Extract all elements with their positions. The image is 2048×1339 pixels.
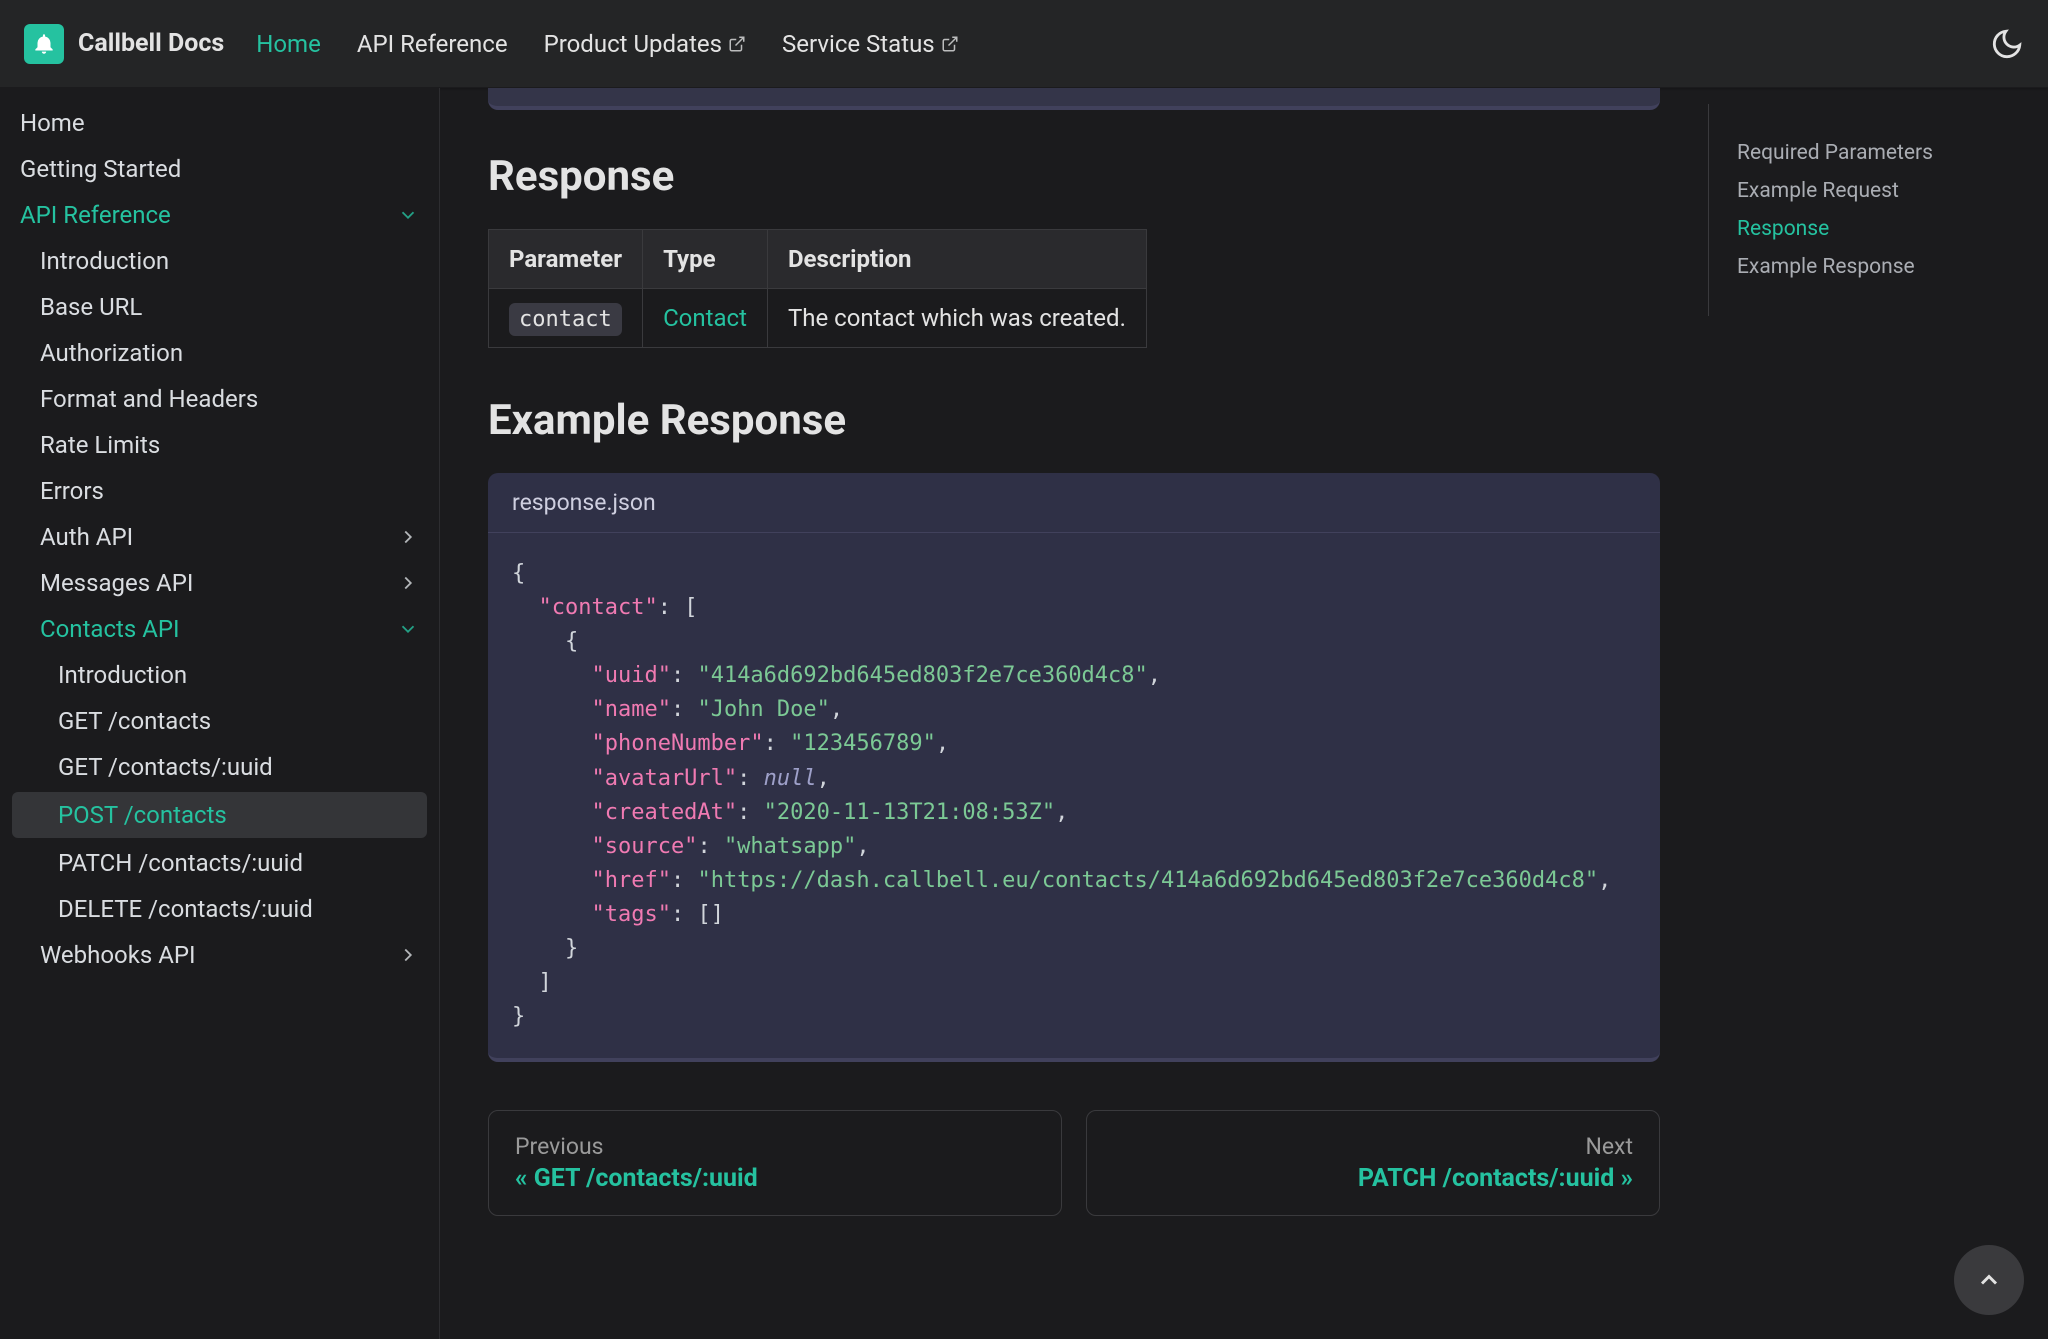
param-name: contact [509, 303, 622, 336]
code-content: { "contact": [ { "uuid": "414a6d692bd645… [488, 533, 1660, 1058]
table-of-contents: Required Parameters Example Request Resp… [1708, 104, 2048, 316]
type-link[interactable]: Contact [663, 304, 747, 332]
chevron-down-icon [397, 618, 419, 640]
pagination: Previous « GET /contacts/:uuid Next PATC… [488, 1110, 1660, 1216]
scroll-to-top-button[interactable] [1954, 1245, 2024, 1315]
sidebar-item-patch-contacts[interactable]: PATCH /contacts/:uuid [0, 840, 439, 886]
chevron-right-icon [397, 526, 419, 548]
chevron-right-icon [397, 572, 419, 594]
th-parameter: Parameter [489, 230, 643, 289]
chevron-right-icon [397, 944, 419, 966]
previous-code-block-edge [488, 88, 1660, 110]
nav-home[interactable]: Home [256, 30, 321, 58]
sidebar-item-webhooks-api[interactable]: Webhooks API [0, 932, 439, 978]
sidebar-item-api-reference[interactable]: API Reference [0, 192, 439, 238]
code-block: response.json { "contact": [ { "uuid": "… [488, 473, 1660, 1062]
sidebar-item-contacts-api[interactable]: Contacts API [0, 606, 439, 652]
prev-title: « GET /contacts/:uuid [515, 1164, 1035, 1193]
next-title: PATCH /contacts/:uuid » [1113, 1164, 1633, 1193]
param-description: The contact which was created. [767, 289, 1146, 348]
next-page-link[interactable]: Next PATCH /contacts/:uuid » [1086, 1110, 1660, 1216]
nav-product-updates-label: Product Updates [544, 30, 722, 58]
sidebar-item-getting-started[interactable]: Getting Started [0, 146, 439, 192]
sidebar-item-introduction[interactable]: Introduction [0, 238, 439, 284]
main-content: Response Parameter Type Description cont… [440, 88, 1708, 1339]
example-response-heading: Example Response [488, 396, 1660, 445]
brand-title: Callbell Docs [78, 29, 224, 58]
external-link-icon [941, 35, 959, 53]
sidebar-item-post-contacts[interactable]: POST /contacts [12, 792, 427, 838]
sidebar-item-format-headers[interactable]: Format and Headers [0, 376, 439, 422]
sidebar-item-label: Webhooks API [40, 941, 196, 969]
sidebar-item-rate-limits[interactable]: Rate Limits [0, 422, 439, 468]
nav-service-status[interactable]: Service Status [782, 30, 959, 58]
prev-label: Previous [515, 1133, 1035, 1160]
sidebar-item-messages-api[interactable]: Messages API [0, 560, 439, 606]
next-label: Next [1113, 1133, 1633, 1160]
logo[interactable] [24, 24, 64, 64]
response-heading: Response [488, 152, 1660, 201]
header: Callbell Docs Home API Reference Product… [0, 0, 2048, 88]
toc-example-request[interactable]: Example Request [1737, 172, 2020, 210]
chevron-down-icon [397, 204, 419, 226]
chevron-up-icon [1975, 1266, 2003, 1294]
sidebar-item-get-contacts-uuid[interactable]: GET /contacts/:uuid [0, 744, 439, 790]
th-type: Type [643, 230, 768, 289]
top-nav: Home API Reference Product Updates Servi… [256, 30, 958, 58]
response-table: Parameter Type Description contact Conta… [488, 229, 1147, 348]
sidebar-item-base-url[interactable]: Base URL [0, 284, 439, 330]
sidebar-item-label: Messages API [40, 569, 193, 597]
th-description: Description [767, 230, 1146, 289]
table-row: contact Contact The contact which was cr… [489, 289, 1147, 348]
theme-toggle-button[interactable] [1990, 27, 2024, 61]
sidebar-item-get-contacts[interactable]: GET /contacts [0, 698, 439, 744]
code-block-title: response.json [488, 473, 1660, 533]
moon-icon [1990, 27, 2024, 61]
sidebar-item-label: Contacts API [40, 615, 180, 643]
nav-service-status-label: Service Status [782, 30, 935, 58]
sidebar: Home Getting Started API Reference Intro… [0, 88, 440, 1339]
nav-api-reference[interactable]: API Reference [357, 30, 508, 58]
sidebar-item-label: API Reference [20, 201, 171, 229]
bell-icon [31, 31, 57, 57]
sidebar-item-authorization[interactable]: Authorization [0, 330, 439, 376]
external-link-icon [728, 35, 746, 53]
sidebar-item-home[interactable]: Home [0, 100, 439, 146]
sidebar-item-label: Auth API [40, 523, 133, 551]
sidebar-item-contacts-intro[interactable]: Introduction [0, 652, 439, 698]
toc-example-response[interactable]: Example Response [1737, 248, 2020, 286]
sidebar-item-delete-contacts[interactable]: DELETE /contacts/:uuid [0, 886, 439, 932]
nav-product-updates[interactable]: Product Updates [544, 30, 746, 58]
toc-response[interactable]: Response [1737, 210, 2020, 248]
toc-required-parameters[interactable]: Required Parameters [1737, 134, 2020, 172]
prev-page-link[interactable]: Previous « GET /contacts/:uuid [488, 1110, 1062, 1216]
sidebar-item-errors[interactable]: Errors [0, 468, 439, 514]
sidebar-item-auth-api[interactable]: Auth API [0, 514, 439, 560]
